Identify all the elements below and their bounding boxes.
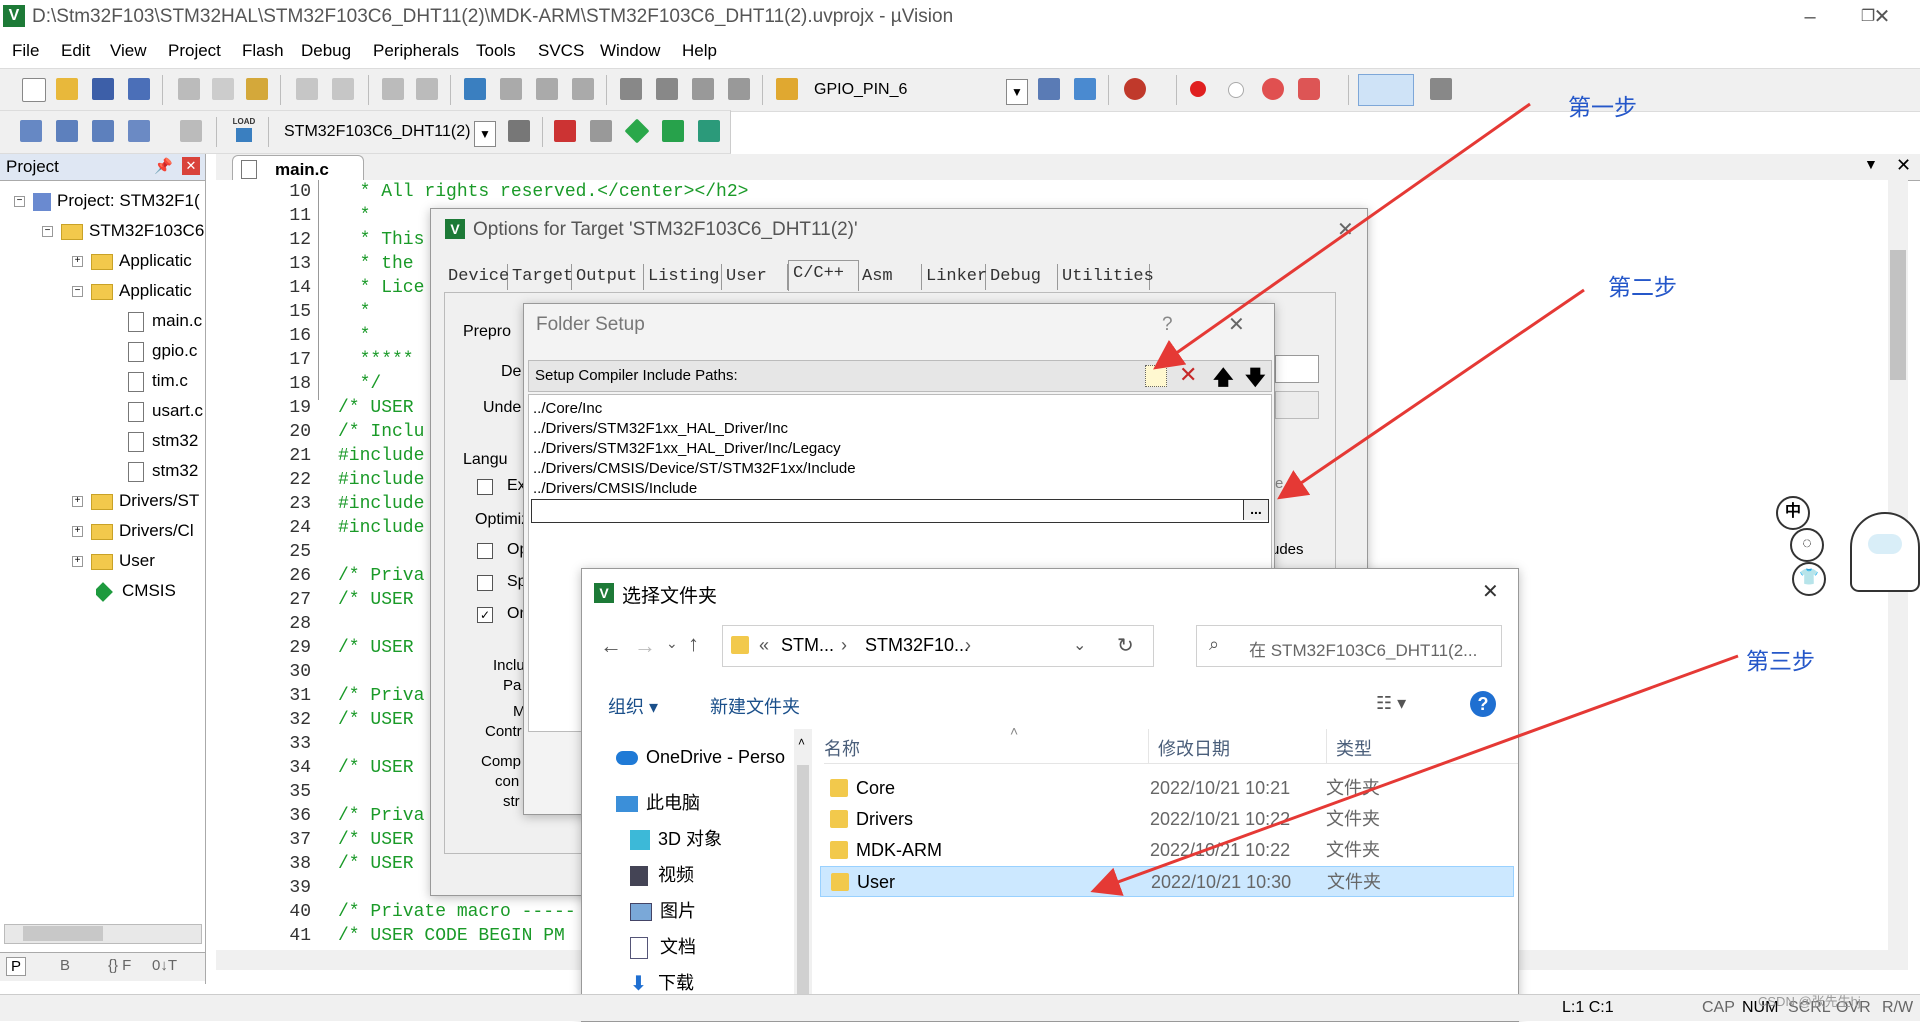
arrow-step-3 bbox=[1090, 654, 1739, 896]
caps-indicator: CAP bbox=[1702, 999, 1735, 1016]
annotation-arrows bbox=[1090, 102, 1739, 896]
status-bar: L:1 C:1 CAP NUM SCRL OVR R/W CSDN @张先生hj bbox=[0, 994, 1920, 1021]
ime-punctuation-icon[interactable]: ◌ bbox=[1790, 528, 1824, 562]
ime-skin-icon[interactable]: 👕 bbox=[1792, 562, 1826, 596]
arrow-step-1 bbox=[1153, 102, 1531, 370]
ime-chinese-mode[interactable]: 中 bbox=[1776, 496, 1810, 530]
arrow-step-2 bbox=[1277, 288, 1585, 500]
cursor-position: L:1 C:1 bbox=[1562, 999, 1614, 1016]
ime-mascot-icon[interactable] bbox=[1850, 512, 1920, 592]
readwrite-indicator: R/W bbox=[1882, 999, 1914, 1016]
watermark: CSDN @张先生hj bbox=[1758, 994, 1861, 1009]
mascot-face bbox=[1868, 534, 1902, 554]
